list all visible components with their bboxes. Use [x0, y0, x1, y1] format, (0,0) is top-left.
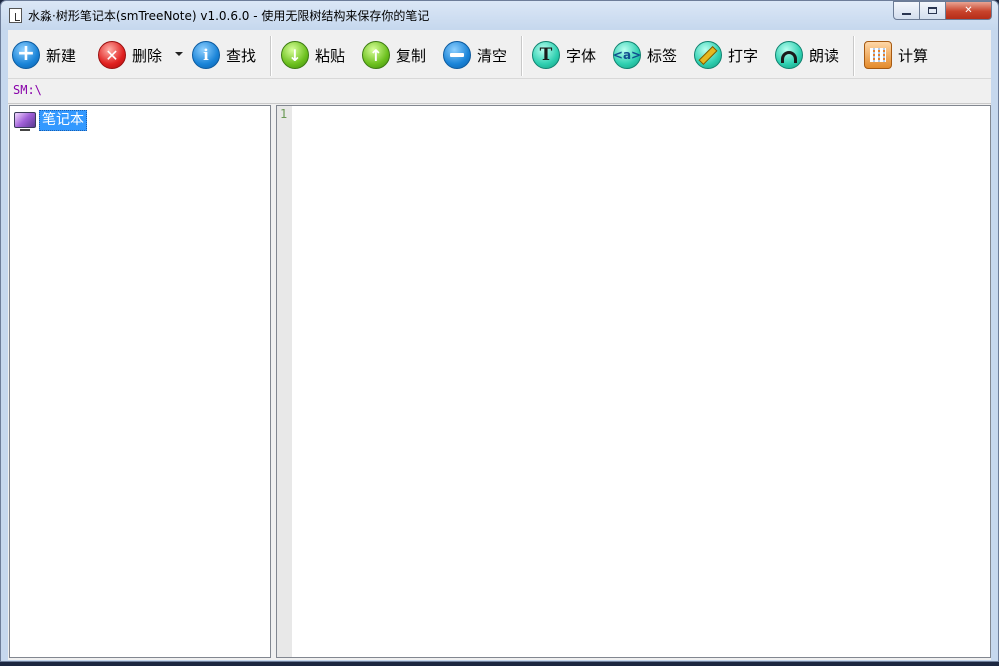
title-bar[interactable]: 水淼·树形笔记本(smTreeNote) v1.0.6.0 - 使用无限树结构来…	[1, 1, 998, 29]
close-button[interactable]: ✕	[946, 1, 992, 20]
calculator-icon	[864, 41, 892, 69]
toolbar: + 新建 ✕ 删除 i 查找 ↓ 粘贴 ↑ 复制 清空 T 字体 <a> 标签 …	[8, 30, 991, 79]
new-label: 新建	[46, 46, 77, 65]
delete-icon: ✕	[98, 41, 126, 69]
find-button[interactable]: i 查找	[192, 39, 256, 71]
arrow-down-icon: ↓	[281, 41, 309, 69]
path-bar: SM:\	[8, 79, 991, 104]
path-text: SM:\	[13, 83, 42, 97]
info-icon: i	[192, 41, 220, 69]
new-button[interactable]: + 新建	[12, 39, 76, 71]
window-controls: ✕	[893, 1, 992, 20]
app-icon[interactable]	[9, 8, 22, 23]
monitor-icon	[14, 112, 36, 131]
client-area: + 新建 ✕ 删除 i 查找 ↓ 粘贴 ↑ 复制 清空 T 字体 <a> 标签 …	[8, 30, 991, 660]
read-label: 朗读	[809, 46, 840, 65]
font-label: 字体	[566, 46, 597, 65]
toolbar-separator	[270, 36, 272, 76]
clear-button[interactable]: 清空	[443, 39, 507, 71]
line-number-gutter: 1	[277, 106, 292, 657]
tree-item[interactable]: 笔记本	[14, 109, 87, 131]
maximize-button[interactable]	[920, 1, 946, 20]
delete-dropdown-arrow-icon[interactable]	[175, 52, 183, 56]
calc-label: 计算	[898, 46, 929, 65]
paste-button[interactable]: ↓ 粘贴	[281, 39, 345, 71]
copy-button[interactable]: ↑ 复制	[362, 39, 426, 71]
minimize-button[interactable]	[893, 1, 920, 20]
maximize-icon	[928, 7, 937, 14]
minus-icon	[443, 41, 471, 69]
arrow-up-icon: ↑	[362, 41, 390, 69]
note-editor[interactable]: 1	[276, 105, 991, 658]
close-icon: ✕	[964, 5, 973, 16]
toolbar-separator	[521, 36, 523, 76]
delete-button[interactable]: ✕ 删除	[98, 39, 162, 71]
calc-button[interactable]: 计算	[864, 39, 928, 71]
find-label: 查找	[226, 46, 257, 65]
tag-label: 标签	[647, 46, 678, 65]
font-icon: T	[532, 41, 560, 69]
tree-item-label[interactable]: 笔记本	[39, 109, 87, 131]
app-window: 水淼·树形笔记本(smTreeNote) v1.0.6.0 - 使用无限树结构来…	[0, 0, 999, 662]
tag-button[interactable]: <a> 标签	[613, 39, 677, 71]
type-label: 打字	[728, 46, 759, 65]
read-button[interactable]: 朗读	[775, 39, 839, 71]
delete-label: 删除	[132, 46, 163, 65]
paste-label: 粘贴	[315, 46, 346, 65]
tree-panel[interactable]: 笔记本	[9, 105, 271, 658]
copy-label: 复制	[396, 46, 427, 65]
plus-icon: +	[12, 41, 40, 69]
pencil-icon	[694, 41, 722, 69]
window-title: 水淼·树形笔记本(smTreeNote) v1.0.6.0 - 使用无限树结构来…	[28, 9, 430, 23]
minimize-icon	[902, 12, 911, 15]
clear-label: 清空	[477, 46, 508, 65]
font-button[interactable]: T 字体	[532, 39, 596, 71]
line-number: 1	[280, 107, 288, 121]
type-button[interactable]: 打字	[694, 39, 758, 71]
headphones-icon	[775, 41, 803, 69]
toolbar-separator	[853, 36, 855, 76]
tag-icon: <a>	[613, 41, 641, 69]
